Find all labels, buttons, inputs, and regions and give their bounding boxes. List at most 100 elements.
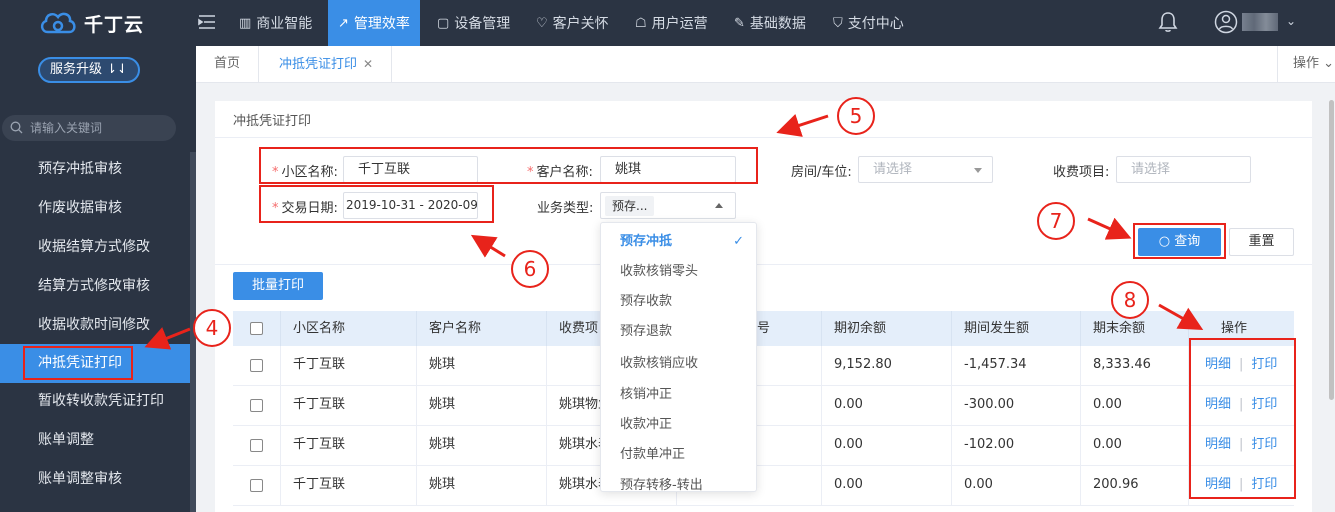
- dropdown-option[interactable]: 收款冲正: [601, 410, 756, 440]
- nav-label: 支付中心: [847, 16, 904, 32]
- row-checkbox[interactable]: [250, 359, 263, 372]
- dropdown-option[interactable]: 预存收款: [601, 287, 756, 317]
- cell-customer: 姚琪: [417, 466, 547, 506]
- ops-label: 操作: [1293, 56, 1320, 71]
- sidebar-item-bill-adjust-audit[interactable]: 账单调整审核: [0, 460, 190, 499]
- sidebar-item-receipt-settlement-edit[interactable]: 收据结算方式修改: [0, 228, 190, 267]
- sidebar-item-settlement-edit-audit[interactable]: 结算方式修改审核: [0, 267, 190, 306]
- cell-customer: 姚琪: [417, 386, 547, 426]
- sidebar-item-receipt-time-edit[interactable]: 收据收款时间修改: [0, 306, 190, 345]
- table-row: 千丁互联 姚琪 9,152.80 -1,457.34 8,333.46 明细 | 打…: [233, 346, 1294, 386]
- annotation-circle-5: 5: [837, 97, 875, 135]
- dropdown-option[interactable]: 预存转移-转出: [601, 471, 756, 491]
- chevron-down-icon[interactable]: ⌄: [1286, 14, 1296, 28]
- divider: [215, 264, 1312, 265]
- business-type-select[interactable]: 预存...: [600, 192, 736, 219]
- username-blurred[interactable]: [1242, 13, 1278, 31]
- sidebar-item-void-receipt-audit[interactable]: 作废收据审核: [0, 189, 190, 228]
- reset-button[interactable]: 重置: [1229, 228, 1294, 256]
- room-select[interactable]: 请选择: [858, 156, 993, 183]
- tab-offset-voucher-print[interactable]: 冲抵凭证打印 ✕: [261, 46, 393, 82]
- nav-management-efficiency[interactable]: ↗ 管理效率: [328, 0, 420, 46]
- row-checkbox[interactable]: [250, 479, 263, 492]
- row-checkbox[interactable]: [250, 439, 263, 452]
- sidebar-item-bill-adjust[interactable]: 账单调整: [0, 421, 190, 460]
- divider: [215, 137, 1312, 138]
- page-scrollbar[interactable]: [1328, 100, 1335, 512]
- nav-device-management[interactable]: ▢ 设备管理: [427, 0, 520, 46]
- logo: 千丁云: [0, 0, 196, 46]
- bell-icon[interactable]: [1158, 11, 1178, 33]
- top-navbar: 千丁云 ▥ 商业智能 ↗ 管理效率 ▢ 设备管理 ♡ 客户关怀 ☖ 用户运营 ✎ 基础数据 …: [0, 0, 1335, 46]
- cell-customer: 姚琪: [417, 346, 547, 386]
- tab-operations-menu[interactable]: 操作 ⌄: [1277, 46, 1335, 82]
- dropdown-option[interactable]: 预存退款: [601, 317, 756, 347]
- dropdown-option[interactable]: 付款单冲正: [601, 440, 756, 470]
- cell-community: 千丁互联: [281, 386, 417, 426]
- batch-print-button[interactable]: 批量打印: [233, 272, 323, 300]
- dropdown-option[interactable]: 预存冲抵 ✓: [601, 227, 756, 257]
- fee-item-label: 收费项目:: [1053, 165, 1110, 180]
- wrench-icon: ✎: [734, 15, 745, 31]
- fee-item-select[interactable]: 请选择: [1116, 156, 1251, 183]
- cell-opening: 0.00: [822, 426, 952, 466]
- tab-label: 首页: [214, 56, 241, 71]
- cell-period: -102.00: [952, 426, 1081, 466]
- sidebar-item-offset-voucher-print[interactable]: 冲抵凭证打印: [0, 344, 190, 383]
- annotation-circle-7: 7: [1037, 202, 1075, 240]
- annotation-highlight-box: [1189, 338, 1296, 499]
- selected-tag[interactable]: 预存...: [605, 196, 655, 216]
- upgrade-service-button[interactable]: 服务升级 ⇂⇃: [38, 57, 140, 83]
- dropdown-option[interactable]: 核销冲正: [601, 380, 756, 410]
- menu-toggle-icon[interactable]: [198, 13, 216, 31]
- nav-label: 客户关怀: [552, 16, 609, 32]
- sidebar-item-label: 账单调整: [38, 432, 94, 448]
- nav-basic-data[interactable]: ✎ 基础数据: [724, 0, 816, 46]
- annotation-highlight-box: [259, 147, 758, 184]
- sidebar: 服务升级 ⇂⇃ 请输入关键词 预存冲抵审核 作废收据审核 收据结算方式修改 结算…: [0, 46, 196, 512]
- select-all-cell: [233, 311, 281, 346]
- th-community: 小区名称: [281, 311, 417, 346]
- nav-label: 基础数据: [749, 16, 806, 32]
- sidebar-item-prestore-offset-audit[interactable]: 预存冲抵审核: [0, 150, 190, 189]
- select-all-checkbox[interactable]: [250, 322, 263, 335]
- sidebar-item-label: 作废收据审核: [38, 200, 122, 216]
- sidebar-item-temp-receipt-voucher-print[interactable]: 暂收转收款凭证打印: [0, 382, 190, 421]
- sidebar-search-input[interactable]: 请输入关键词: [2, 115, 176, 141]
- tab-home[interactable]: 首页: [196, 46, 260, 82]
- scrollbar-thumb[interactable]: [1329, 100, 1334, 400]
- heart-icon: ♡: [536, 15, 548, 31]
- user-avatar-icon[interactable]: [1214, 10, 1238, 34]
- table-row: 千丁互联 姚琪 姚琪水表 0.00 -102.00 0.00 明细 | 打印: [233, 426, 1294, 466]
- sidebar-item-label: 收据结算方式修改: [38, 239, 150, 255]
- shield-icon: ⛉: [833, 15, 843, 31]
- nav-payment-center[interactable]: ⛉ 支付中心: [823, 0, 914, 46]
- close-icon[interactable]: ✕: [363, 57, 373, 71]
- nav-label: 管理效率: [353, 16, 410, 32]
- caret-down-icon: [974, 168, 982, 173]
- table-row: 千丁互联 姚琪 姚琪物业 0.00 -300.00 0.00 明细 | 打印: [233, 386, 1294, 426]
- search-icon: [10, 121, 23, 134]
- business-type-label: 业务类型:: [537, 201, 594, 216]
- cloud-logo-icon: [40, 12, 76, 34]
- dropdown-option[interactable]: 收款核销应收: [601, 349, 756, 379]
- annotation-highlight-box: [23, 346, 133, 380]
- fee-item-placeholder: 请选择: [1131, 162, 1171, 177]
- dropdown-option[interactable]: 收款核销零头: [601, 257, 756, 287]
- option-label: 预存冲抵: [620, 234, 673, 249]
- nav-business-intelligence[interactable]: ▥ 商业智能: [229, 0, 322, 46]
- nav-customer-care[interactable]: ♡ 客户关怀: [526, 0, 619, 46]
- sidebar-item-label: 账单调整审核: [38, 471, 122, 487]
- cell-opening: 0.00: [822, 466, 952, 506]
- th-opening-balance: 期初余额: [822, 311, 952, 346]
- nav-label: 用户运营: [651, 16, 708, 32]
- logo-text: 千丁云: [84, 14, 145, 36]
- nav-label: 设备管理: [454, 16, 511, 32]
- business-type-dropdown: 预存冲抵 ✓ 收款核销零头 预存收款 预存退款 收款核销应收 核销冲正 收款冲正 …: [600, 222, 757, 492]
- chart-line-icon: ↗: [338, 15, 349, 31]
- nav-user-operations[interactable]: ☖ 用户运营: [625, 0, 718, 46]
- tabs-bar: 首页 冲抵凭证打印 ✕ 操作 ⌄: [196, 46, 1335, 83]
- row-checkbox[interactable]: [250, 399, 263, 412]
- tab-label: 冲抵凭证打印: [279, 57, 358, 72]
- card-title: 冲抵凭证打印: [233, 114, 312, 129]
